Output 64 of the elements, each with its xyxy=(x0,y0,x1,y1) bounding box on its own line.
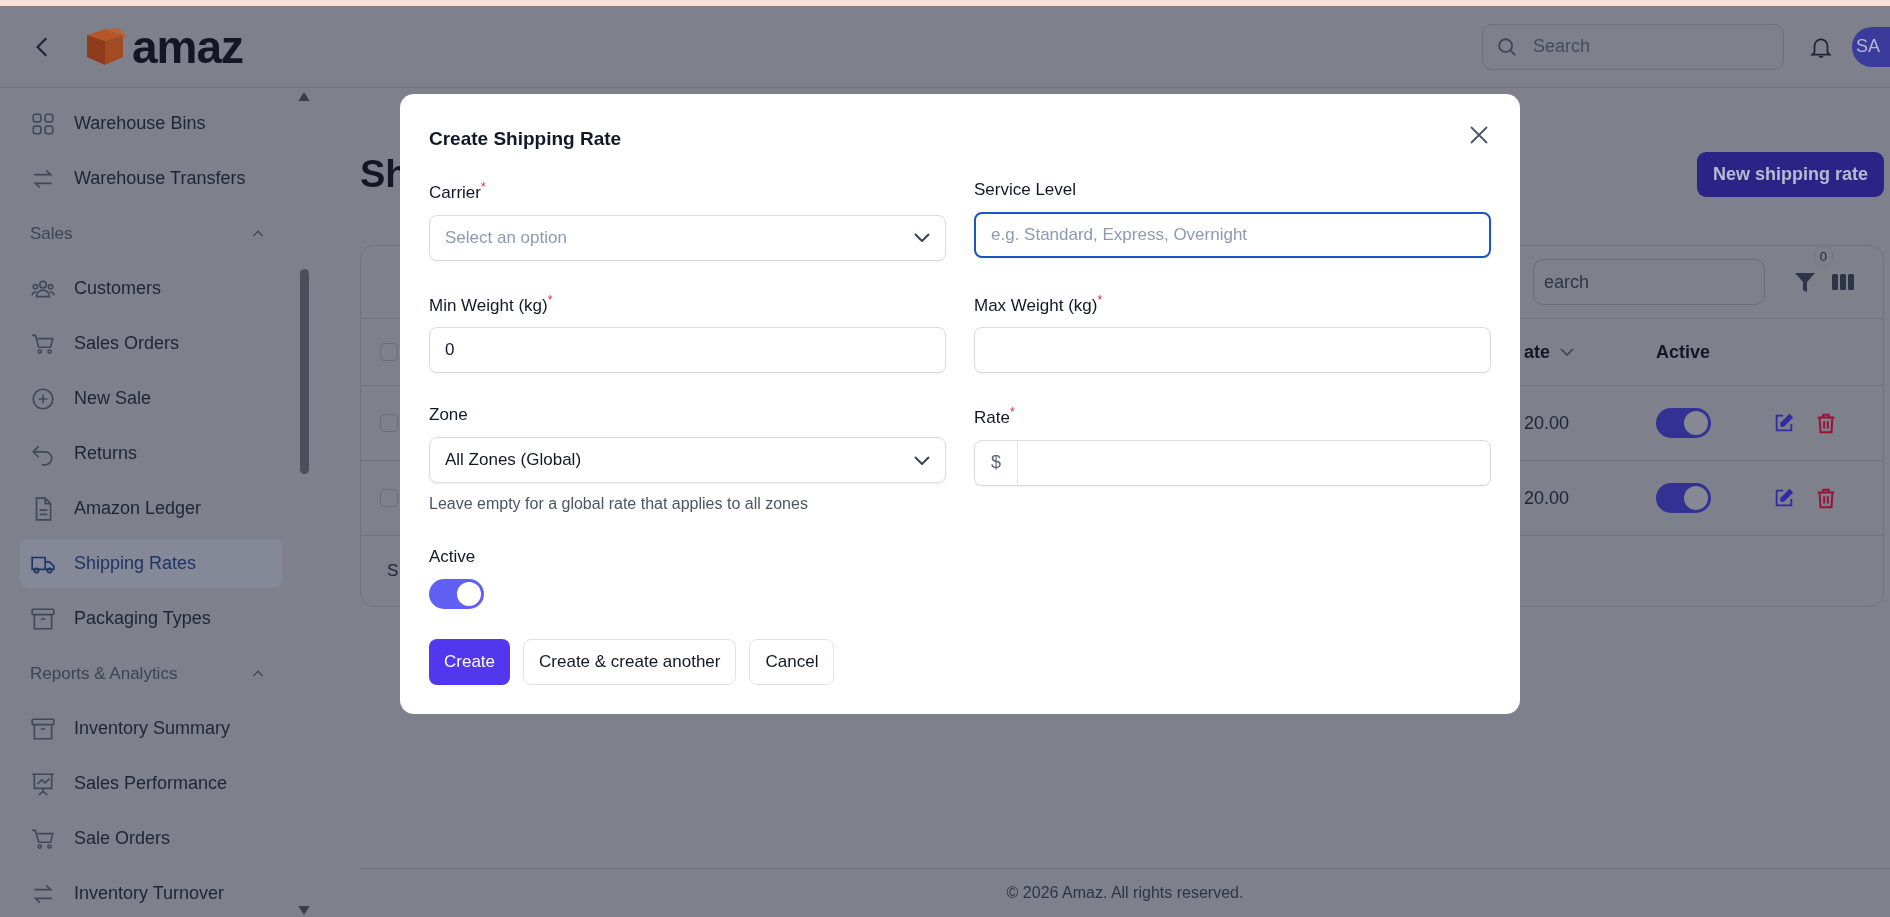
table-footer-text: S xyxy=(387,561,399,581)
sidebar-item[interactable]: Shipping Rates xyxy=(20,539,282,588)
sidebar-item[interactable]: Warehouse Transfers xyxy=(20,154,282,203)
sidebar-item[interactable]: Sales Orders xyxy=(20,319,282,368)
select-field[interactable]: All Zones (Global) xyxy=(429,437,946,484)
chevron-down-icon xyxy=(914,233,930,243)
column-header[interactable]: Active xyxy=(1656,341,1711,363)
field-label: Rate$^{*}$ xyxy=(974,405,1016,428)
table-search-field[interactable]: earch xyxy=(1533,259,1765,305)
toggle-switch[interactable] xyxy=(1656,407,1711,438)
grid-icon xyxy=(30,110,56,137)
field-label: Carrier$^{*}$ xyxy=(429,180,487,203)
plus-icon xyxy=(30,385,56,412)
rate-cell: 20.00 xyxy=(1524,487,1570,509)
box-icon xyxy=(30,605,56,632)
copyright-text: © 2026 Amaz. All rights reserved. xyxy=(1006,884,1244,902)
sidebar-item[interactable]: New Sale xyxy=(20,374,282,423)
new-shipping-rate-button[interactable]: New shipping rate xyxy=(1696,152,1884,197)
trash-icon[interactable] xyxy=(1815,486,1837,510)
section-header[interactable]: Sales xyxy=(20,209,282,258)
field-label: Min Weight (kg)$^{*}$ xyxy=(429,292,554,316)
sort-chevron-icon xyxy=(1560,348,1574,356)
scroll-down-arrow-icon[interactable] xyxy=(298,906,310,915)
columns-icon[interactable] xyxy=(1831,272,1855,292)
chart-icon xyxy=(30,770,56,797)
help-text: Leave empty for a global rate that applies to all zones xyxy=(429,495,809,514)
column-header[interactable]: ate xyxy=(1524,341,1574,363)
scroll-up-arrow-icon[interactable] xyxy=(298,92,310,101)
sidebar-item[interactable]: Warehouse Bins xyxy=(20,99,282,148)
toggle-switch[interactable] xyxy=(1656,482,1711,513)
sidebar-item[interactable]: Inventory Turnover xyxy=(20,869,282,917)
select-field[interactable]: Select an option xyxy=(429,214,946,261)
scrollbar-thumb[interactable] xyxy=(299,269,309,474)
search-icon xyxy=(1496,35,1518,58)
field-label: Zone xyxy=(429,405,469,426)
create-button[interactable]: Create xyxy=(429,639,511,686)
section-header[interactable]: Reports & Analytics xyxy=(20,649,282,698)
trash-icon[interactable] xyxy=(1815,411,1837,435)
edit-icon[interactable] xyxy=(1773,412,1795,434)
filter-count-badge: 0 xyxy=(1813,247,1833,266)
input-field[interactable]: 0 xyxy=(429,327,946,374)
sidebar-item[interactable]: Returns xyxy=(20,429,282,478)
sidebar-item[interactable]: Sales Performance xyxy=(20,759,282,808)
logo-text: amaz xyxy=(132,19,244,74)
chevron-down-icon xyxy=(914,455,930,465)
field-label: Max Weight (kg)$^{*}$ xyxy=(974,292,1104,316)
edit-icon[interactable] xyxy=(1773,487,1795,509)
search-field[interactable]: Search xyxy=(1482,23,1784,70)
box-icon xyxy=(30,715,56,742)
currency-input-field[interactable]: $ xyxy=(974,439,1491,486)
active-toggle-switch[interactable] xyxy=(429,579,484,610)
input-field[interactable]: e.g. Standard, Express, Overnight xyxy=(974,212,1491,258)
user-avatar[interactable]: SA xyxy=(1852,26,1890,67)
active-label: Active xyxy=(429,547,476,568)
sidebar-item[interactable]: Packaging Types xyxy=(20,594,282,643)
sidebar-item[interactable]: Customers xyxy=(20,264,282,313)
sidebar-item[interactable]: Inventory Summary xyxy=(20,704,282,753)
rate-cell: 20.00 xyxy=(1524,412,1570,434)
secondary-button[interactable]: Create & create another xyxy=(523,639,737,686)
secondary-button[interactable]: Cancel xyxy=(749,639,835,686)
field-label: Service Level xyxy=(974,180,1078,200)
sidebar-item[interactable]: Sale Orders xyxy=(20,814,282,863)
sidebar-item[interactable]: Amazon Ledger xyxy=(20,484,282,533)
dialog-title: Create Shipping Rate xyxy=(429,128,622,150)
